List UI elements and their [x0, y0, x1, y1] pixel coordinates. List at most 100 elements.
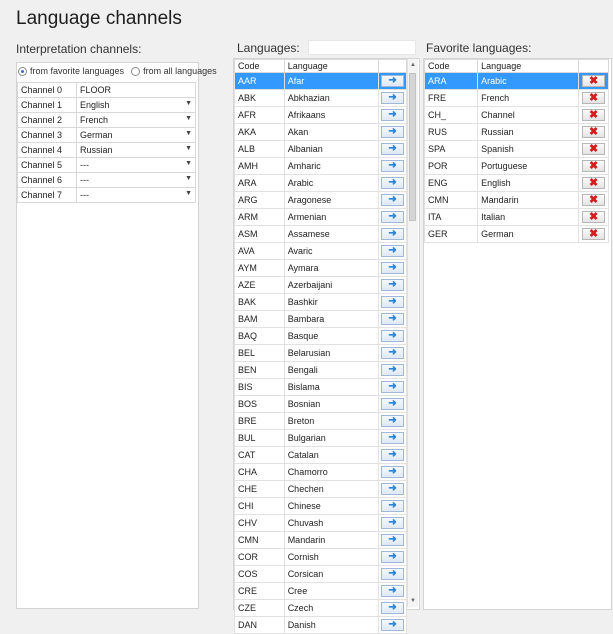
channel-language-select[interactable]: English ▼ — [76, 97, 196, 113]
chevron-down-icon[interactable]: ▼ — [185, 160, 192, 167]
table-row[interactable]: ARM Armenian ➜ — [234, 208, 407, 226]
table-row[interactable]: BRE Breton ➜ — [234, 412, 407, 430]
arrow-right-icon[interactable]: ➜ — [381, 296, 405, 308]
delete-x-icon[interactable]: ✖ — [582, 75, 606, 87]
arrow-right-icon[interactable]: ➜ — [381, 347, 405, 359]
arrow-right-icon[interactable]: ➜ — [381, 75, 405, 87]
arrow-right-icon[interactable]: ➜ — [381, 364, 405, 376]
table-row[interactable]: ARA Arabic ➜ — [234, 174, 407, 192]
arrow-right-icon[interactable]: ➜ — [381, 449, 405, 461]
table-row[interactable]: ITA Italian ✖ — [423, 208, 609, 226]
delete-x-icon[interactable]: ✖ — [582, 228, 606, 240]
chevron-down-icon[interactable]: ▼ — [185, 145, 192, 152]
chevron-down-icon[interactable]: ▼ — [185, 100, 192, 107]
delete-x-icon[interactable]: ✖ — [582, 126, 606, 138]
table-row[interactable]: COS Corsican ➜ — [234, 565, 407, 583]
table-row[interactable]: BAK Bashkir ➜ — [234, 293, 407, 311]
table-row[interactable]: DAN Danish ➜ — [234, 616, 407, 634]
channel-language-select[interactable]: Russian ▼ — [76, 142, 196, 158]
table-row[interactable]: COR Cornish ➜ — [234, 548, 407, 566]
table-row[interactable]: CZE Czech ➜ — [234, 599, 407, 617]
channel-language-select[interactable]: French ▼ — [76, 112, 196, 128]
arrow-right-icon[interactable]: ➜ — [381, 534, 405, 546]
languages-scrollbar[interactable]: ▲ ▼ — [407, 59, 418, 607]
arrow-right-icon[interactable]: ➜ — [381, 585, 405, 597]
table-row[interactable]: GER German ✖ — [423, 225, 609, 243]
table-row[interactable]: CRE Cree ➜ — [234, 582, 407, 600]
table-row[interactable]: ASM Assamese ➜ — [234, 225, 407, 243]
delete-x-icon[interactable]: ✖ — [582, 109, 606, 121]
table-row[interactable]: CHA Chamorro ➜ — [234, 463, 407, 481]
table-row[interactable]: BUL Bulgarian ➜ — [234, 429, 407, 447]
table-row[interactable]: CMN Mandarin ✖ — [423, 191, 609, 209]
arrow-right-icon[interactable]: ➜ — [381, 483, 405, 495]
column-header-code[interactable]: Code — [423, 59, 479, 73]
radio-all-languages[interactable] — [131, 66, 141, 76]
column-header-code[interactable]: Code — [234, 59, 285, 73]
table-row[interactable]: AYM Aymara ➜ — [234, 259, 407, 277]
table-row[interactable]: CHE Chechen ➜ — [234, 480, 407, 498]
table-row[interactable]: AVA Avaric ➜ — [234, 242, 407, 260]
scroll-down-icon[interactable]: ▼ — [408, 596, 418, 606]
arrow-right-icon[interactable]: ➜ — [381, 500, 405, 512]
column-header-action[interactable] — [578, 59, 609, 73]
table-row[interactable]: CAT Catalan ➜ — [234, 446, 407, 464]
arrow-right-icon[interactable]: ➜ — [381, 415, 405, 427]
arrow-right-icon[interactable]: ➜ — [381, 92, 405, 104]
arrow-right-icon[interactable]: ➜ — [381, 279, 405, 291]
column-header-action[interactable] — [378, 59, 407, 73]
arrow-right-icon[interactable]: ➜ — [381, 313, 405, 325]
table-row[interactable]: RUS Russian ✖ — [423, 123, 609, 141]
table-row[interactable]: BEL Belarusian ➜ — [234, 344, 407, 362]
table-row[interactable]: BEN Bengali ➜ — [234, 361, 407, 379]
arrow-right-icon[interactable]: ➜ — [381, 160, 405, 172]
channel-language-select[interactable]: --- ▼ — [76, 187, 196, 203]
table-row[interactable]: AKA Akan ➜ — [234, 123, 407, 141]
table-row[interactable]: CHV Chuvash ➜ — [234, 514, 407, 532]
scroll-up-icon[interactable]: ▲ — [408, 60, 418, 70]
arrow-right-icon[interactable]: ➜ — [381, 245, 405, 257]
table-row[interactable]: CHI Chinese ➜ — [234, 497, 407, 515]
chevron-down-icon[interactable]: ▼ — [185, 190, 192, 197]
column-header-language[interactable]: Language — [283, 59, 380, 73]
arrow-right-icon[interactable]: ➜ — [381, 466, 405, 478]
table-row[interactable]: CMN Mandarin ➜ — [234, 531, 407, 549]
arrow-right-icon[interactable]: ➜ — [381, 568, 405, 580]
channel-language-select[interactable]: --- ▼ — [76, 157, 196, 173]
radio-favorite-languages[interactable] — [18, 66, 27, 76]
table-row[interactable]: FRE French ✖ — [423, 89, 609, 107]
chevron-down-icon[interactable]: ▼ — [185, 175, 192, 182]
delete-x-icon[interactable]: ✖ — [582, 143, 606, 155]
arrow-right-icon[interactable]: ➜ — [381, 143, 405, 155]
channel-language-select[interactable]: --- ▼ — [76, 172, 196, 188]
arrow-right-icon[interactable]: ➜ — [381, 517, 405, 529]
arrow-right-icon[interactable]: ➜ — [381, 398, 405, 410]
arrow-right-icon[interactable]: ➜ — [381, 381, 405, 393]
arrow-right-icon[interactable]: ➜ — [381, 177, 405, 189]
table-row[interactable]: ARA Arabic ✖ — [423, 72, 609, 90]
table-row[interactable]: AZE Azerbaijani ➜ — [234, 276, 407, 294]
arrow-right-icon[interactable]: ➜ — [381, 126, 405, 138]
arrow-right-icon[interactable]: ➜ — [381, 109, 405, 121]
arrow-right-icon[interactable]: ➜ — [381, 211, 405, 223]
table-row[interactable]: BOS Bosnian ➜ — [234, 395, 407, 413]
table-row[interactable]: BIS Bislama ➜ — [234, 378, 407, 396]
column-header-language[interactable]: Language — [477, 59, 580, 73]
arrow-right-icon[interactable]: ➜ — [381, 228, 405, 240]
arrow-right-icon[interactable]: ➜ — [381, 602, 405, 614]
table-row[interactable]: ALB Albanian ➜ — [234, 140, 407, 158]
table-row[interactable]: BAM Bambara ➜ — [234, 310, 407, 328]
table-row[interactable]: BAQ Basque ➜ — [234, 327, 407, 345]
table-row[interactable]: ENG English ✖ — [423, 174, 609, 192]
chevron-down-icon[interactable]: ▼ — [185, 130, 192, 137]
table-row[interactable]: ABK Abkhazian ➜ — [234, 89, 407, 107]
arrow-right-icon[interactable]: ➜ — [381, 551, 405, 563]
arrow-right-icon[interactable]: ➜ — [381, 432, 405, 444]
delete-x-icon[interactable]: ✖ — [582, 160, 606, 172]
table-row[interactable]: SPA Spanish ✖ — [423, 140, 609, 158]
chevron-down-icon[interactable]: ▼ — [185, 115, 192, 122]
delete-x-icon[interactable]: ✖ — [582, 194, 606, 206]
table-row[interactable]: POR Portuguese ✖ — [423, 157, 609, 175]
languages-search-input[interactable] — [308, 40, 416, 55]
delete-x-icon[interactable]: ✖ — [582, 92, 606, 104]
